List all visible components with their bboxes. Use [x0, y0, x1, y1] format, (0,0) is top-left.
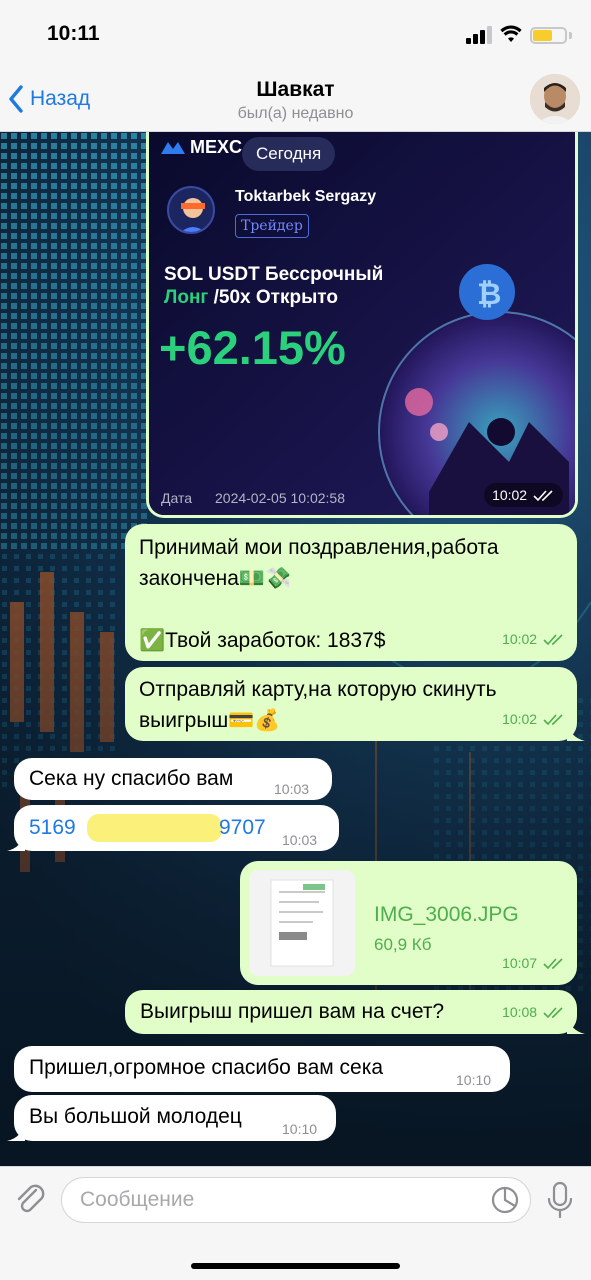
- message-text: Сека ну спасибо вам: [29, 767, 234, 790]
- message-time: 10:07: [502, 948, 565, 979]
- card-number-end[interactable]: 9707: [219, 812, 266, 843]
- trader-badge: Трейдер: [235, 214, 309, 238]
- double-check-icon: [543, 714, 563, 726]
- svg-text:₿: ₿: [477, 278, 501, 311]
- file-name[interactable]: IMG_3006.JPG: [374, 899, 519, 930]
- message-time: 10:08: [502, 997, 565, 1028]
- photo-message[interactable]: ₿ MEXC Сегодня Toktarbek Sergazy Трейдер…: [146, 132, 578, 518]
- status-bar: 10:11: [0, 0, 591, 66]
- chat-header: Назад Шавкат был(а) недавно: [0, 66, 591, 132]
- file-thumbnail[interactable]: [249, 870, 355, 976]
- message-bubble-in[interactable]: Пришел,огромное спасибо вам сека 10:10: [14, 1046, 510, 1092]
- mexc-logo: MEXC: [161, 137, 242, 158]
- message-time: 10:10: [456, 1072, 492, 1088]
- chat-area[interactable]: ₿ MEXC Сегодня Toktarbek Sergazy Трейдер…: [0, 132, 591, 1166]
- message-text: Отправляй карту,на которую скинуть выигр…: [139, 678, 497, 732]
- message-time: 10:10: [282, 1121, 318, 1137]
- sticker-icon[interactable]: [490, 1185, 520, 1215]
- message-text: Выигрыш пришел вам на счет?: [140, 1000, 445, 1023]
- message-text: Вы большой молодец: [29, 1105, 242, 1128]
- battery-icon: [530, 27, 567, 44]
- message-bubble-in[interactable]: 5169 9707 10:03: [7, 805, 339, 851]
- message-time: 10:02: [502, 704, 565, 735]
- chat-subtitle: был(а) недавно: [237, 105, 354, 122]
- bubble-tail: [567, 1014, 585, 1034]
- pnl-percent: +62.15%: [159, 321, 346, 374]
- trade-leverage: /50x Открыто: [208, 287, 338, 308]
- file-size: 60,9 Кб: [374, 935, 432, 954]
- trader-avatar: [167, 186, 215, 234]
- date-value: 2024-02-05 10:02:58: [215, 490, 345, 506]
- date-label: Дата: [161, 490, 193, 506]
- bubble-tail: [7, 831, 25, 851]
- bubble-tail: [7, 1121, 25, 1141]
- input-bar: [0, 1166, 591, 1280]
- wifi-icon: [500, 25, 522, 42]
- message-time: 10:02: [502, 624, 565, 655]
- trade-side: Лонг /50x Открыто: [164, 287, 338, 309]
- message-bubble-out[interactable]: Принимай мои поздравления,работа законче…: [125, 524, 577, 661]
- message-text: Пришел,огромное спасибо вам сека: [29, 1056, 384, 1079]
- card-number-start[interactable]: 5169: [29, 812, 76, 843]
- mexc-logo-icon: [161, 142, 185, 154]
- photo-time: 10:02: [484, 483, 563, 507]
- trade-pair: SOL USDT Бессрочный: [164, 264, 384, 285]
- message-time: 10:03: [282, 832, 318, 848]
- double-check-icon: [543, 1007, 563, 1019]
- signal-icon: [466, 26, 492, 44]
- trade-direction: Лонг: [164, 287, 209, 308]
- file-message[interactable]: IMG_3006.JPG 60,9 Кб 10:07: [240, 861, 577, 985]
- trader-name: Toktarbek Sergazy: [235, 188, 377, 205]
- message-bubble-out[interactable]: Выигрыш пришел вам на счет? 10:08: [125, 990, 585, 1034]
- home-indicator: [191, 1263, 400, 1269]
- message-input[interactable]: [61, 1177, 531, 1223]
- double-check-icon: [543, 634, 563, 646]
- double-check-icon: [543, 958, 563, 970]
- redaction-highlight: [87, 814, 222, 842]
- double-check-icon: [533, 490, 553, 502]
- message-bubble-in[interactable]: Вы большой молодец 10:10: [7, 1095, 336, 1141]
- avatar[interactable]: [530, 74, 580, 124]
- message-text: Принимай мои поздравления,работа законче…: [139, 536, 499, 652]
- bubble-tail: [567, 721, 585, 741]
- paperclip-icon[interactable]: [14, 1182, 48, 1218]
- message-bubble-out[interactable]: Отправляй карту,на которую скинуть выигр…: [125, 667, 585, 741]
- chat-title[interactable]: Шавкат: [0, 78, 591, 102]
- date-pill: Сегодня: [242, 137, 336, 171]
- microphone-icon[interactable]: [547, 1181, 573, 1219]
- message-bubble-in[interactable]: Сека ну спасибо вам 10:03: [14, 758, 332, 800]
- status-time: 10:11: [47, 22, 100, 45]
- message-time: 10:03: [274, 781, 310, 797]
